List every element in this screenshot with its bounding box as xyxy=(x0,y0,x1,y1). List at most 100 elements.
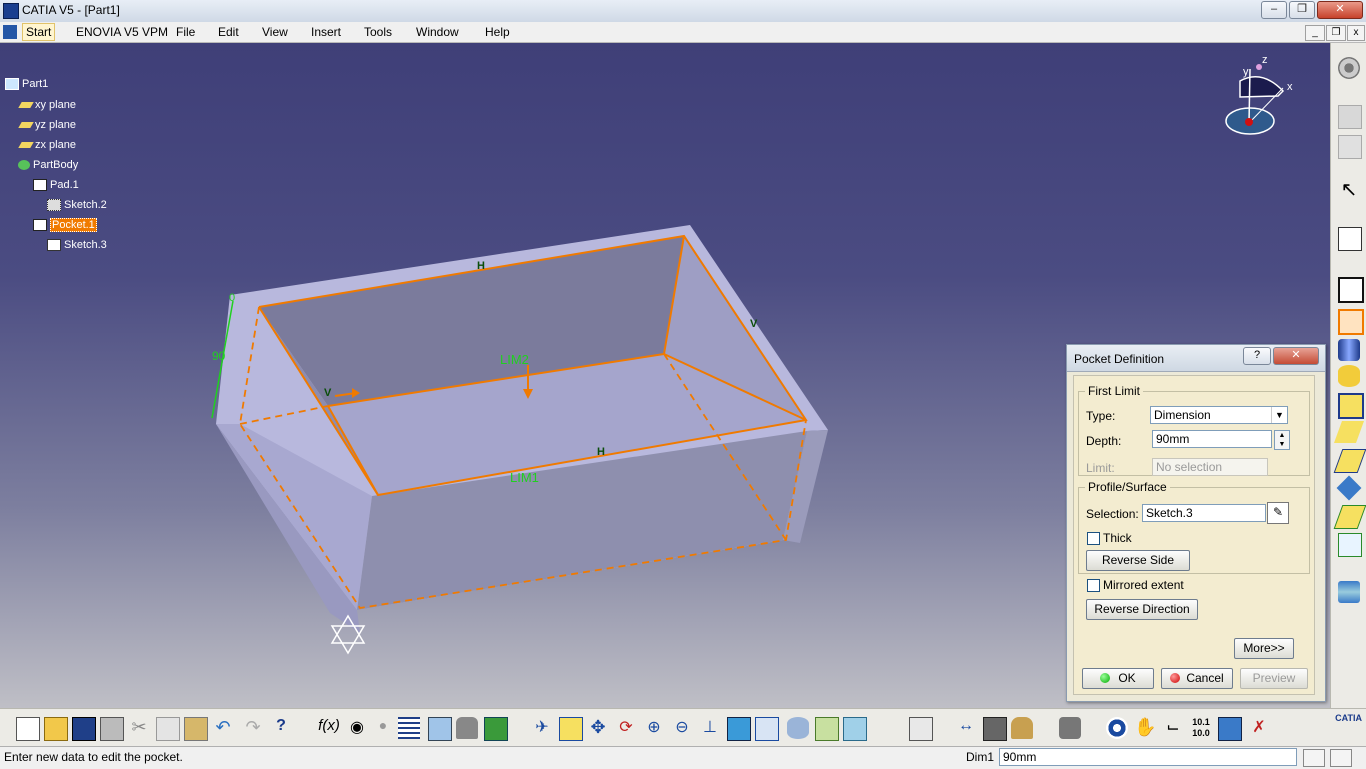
normal-view-icon[interactable]: ⊥ xyxy=(699,717,721,739)
tree-item-sketch2[interactable]: Sketch.2 xyxy=(47,199,107,212)
minimize-button[interactable]: – xyxy=(1261,1,1287,19)
tree-item-sketch3[interactable]: Sketch.3 xyxy=(47,239,107,252)
menu-enovia[interactable]: ENOVIA V5 VPM xyxy=(76,25,168,39)
update-icon[interactable] xyxy=(909,717,933,741)
redo-icon[interactable]: ↷ xyxy=(242,717,264,739)
save-icon[interactable] xyxy=(72,717,96,741)
database-icon[interactable] xyxy=(1338,105,1362,129)
settings-gear-icon[interactable] xyxy=(1338,57,1360,79)
reverse-direction-button[interactable]: Reverse Direction xyxy=(1086,599,1198,620)
open-icon[interactable] xyxy=(44,717,68,741)
catalog-icon[interactable] xyxy=(1338,135,1362,159)
stiffener-icon[interactable] xyxy=(1336,475,1362,501)
render-icon[interactable] xyxy=(1106,717,1128,739)
dimension-input[interactable] xyxy=(999,748,1297,766)
hand-icon[interactable]: ✋ xyxy=(1134,717,1156,739)
tree-item-xy-plane[interactable]: xy plane xyxy=(18,99,76,111)
table-icon[interactable] xyxy=(398,717,420,739)
remove-loft-icon[interactable] xyxy=(1338,533,1362,557)
cancel-button[interactable]: Cancel xyxy=(1161,668,1233,689)
dialog-close-button[interactable]: ✕ xyxy=(1273,347,1319,365)
rotate-icon[interactable]: ⟳ xyxy=(615,717,637,739)
dialog-help-button[interactable]: ? xyxy=(1243,347,1271,365)
mdi-restore-button[interactable]: ❐ xyxy=(1326,25,1346,41)
status-options-icon[interactable] xyxy=(1330,749,1352,767)
publication-icon[interactable] xyxy=(484,717,508,741)
maximize-button[interactable]: ❐ xyxy=(1289,1,1315,19)
menu-tools[interactable]: Tools xyxy=(364,25,392,39)
dimension-value-label[interactable]: 90 xyxy=(212,349,226,363)
thick-checkbox[interactable] xyxy=(1087,532,1100,545)
sketch-edit-icon[interactable]: ✎ xyxy=(1267,502,1289,524)
slot-icon[interactable] xyxy=(1333,449,1366,473)
layers-icon[interactable] xyxy=(1218,717,1242,741)
menu-view[interactable]: View xyxy=(262,25,288,39)
loft-icon[interactable] xyxy=(1333,505,1366,529)
tree-item-pad1[interactable]: Pad.1 xyxy=(33,179,79,192)
fly-icon[interactable]: ✈ xyxy=(531,717,553,739)
hierarchy-icon[interactable] xyxy=(428,717,452,741)
lim2-label[interactable]: LIM2 xyxy=(500,352,529,367)
more-button[interactable]: More>> xyxy=(1234,638,1294,659)
mirrored-extent-checkbox[interactable] xyxy=(1087,579,1100,592)
mdi-close-button[interactable]: x xyxy=(1347,25,1365,41)
menu-file[interactable]: File xyxy=(176,25,195,39)
tree-item-zx-plane[interactable]: zx plane xyxy=(18,139,76,151)
limit-input[interactable]: No selection xyxy=(1152,458,1268,476)
analysis-icon[interactable]: ✗ xyxy=(1248,717,1270,739)
shading-icon[interactable] xyxy=(787,717,809,739)
pad-tool-icon[interactable] xyxy=(1338,277,1364,303)
iso-view-icon[interactable] xyxy=(755,717,779,741)
zoom-out-icon[interactable]: ⊖ xyxy=(671,717,693,739)
shaft-icon[interactable] xyxy=(1338,339,1360,361)
close-button[interactable]: ✕ xyxy=(1317,1,1363,19)
menu-start[interactable]: Start xyxy=(22,23,56,41)
bulb-icon[interactable]: ● xyxy=(372,717,394,739)
tree-root-part1[interactable]: Part1 xyxy=(5,78,48,91)
grid-icon[interactable]: 10.1 10.0 xyxy=(1190,717,1212,739)
print-icon[interactable] xyxy=(100,717,124,741)
swap-space-icon[interactable] xyxy=(843,717,867,741)
zoom-in-icon[interactable]: ⊕ xyxy=(643,717,665,739)
lim1-label[interactable]: LIM1 xyxy=(510,470,539,485)
reverse-side-button[interactable]: Reverse Side xyxy=(1086,550,1190,571)
menu-edit[interactable]: Edit xyxy=(218,25,239,39)
ok-button[interactable]: OK xyxy=(1082,668,1154,689)
inertia-icon[interactable] xyxy=(1011,717,1033,739)
status-clear-icon[interactable] xyxy=(1303,749,1325,767)
chevron-down-icon[interactable]: ▼ xyxy=(1271,407,1287,423)
depth-input[interactable]: 90mm xyxy=(1152,430,1272,448)
axis-system-icon[interactable]: ⌙ xyxy=(1162,717,1184,739)
whats-this-icon[interactable]: ? xyxy=(270,717,292,739)
mdi-minimize-button[interactable]: _ xyxy=(1305,25,1325,41)
paste-icon[interactable] xyxy=(184,717,208,741)
fit-all-icon[interactable] xyxy=(559,717,583,741)
measure-between-icon[interactable]: ↔ xyxy=(955,717,977,739)
pan-icon[interactable]: ✥ xyxy=(587,717,609,739)
depth-spinner-icon[interactable]: ▲ ▼ xyxy=(1274,430,1290,450)
sketcher-icon[interactable] xyxy=(1338,227,1362,251)
menu-insert[interactable]: Insert xyxy=(311,25,341,39)
tree-item-yz-plane[interactable]: yz plane xyxy=(18,119,76,131)
lock-icon[interactable] xyxy=(456,717,478,739)
groove-icon[interactable] xyxy=(1338,365,1360,387)
tree-item-pocket1[interactable]: Pocket.1 xyxy=(33,218,97,232)
formula-icon[interactable]: f(x) xyxy=(318,717,340,739)
type-select[interactable]: Dimension ▼ xyxy=(1150,406,1288,424)
measure-item-icon[interactable] xyxy=(983,717,1007,741)
cut-icon[interactable]: ✂ xyxy=(128,717,150,739)
preview-button[interactable]: Preview xyxy=(1240,668,1308,689)
hole-icon[interactable] xyxy=(1338,393,1364,419)
hide-show-icon[interactable] xyxy=(815,717,839,741)
selection-input[interactable]: Sketch.3 xyxy=(1142,504,1266,522)
knowledge-icon[interactable]: ◉ xyxy=(346,717,368,739)
rib-icon[interactable] xyxy=(1333,421,1365,443)
menu-help[interactable]: Help xyxy=(485,25,510,39)
tree-item-partbody[interactable]: PartBody xyxy=(18,159,78,171)
select-arrow-icon[interactable]: ↖ xyxy=(1338,179,1360,201)
surface-icon[interactable] xyxy=(1338,581,1360,603)
menu-window[interactable]: Window xyxy=(416,25,459,39)
undo-icon[interactable]: ↶ xyxy=(212,717,234,739)
multi-view-icon[interactable] xyxy=(727,717,751,741)
camera-icon[interactable] xyxy=(1059,717,1081,739)
